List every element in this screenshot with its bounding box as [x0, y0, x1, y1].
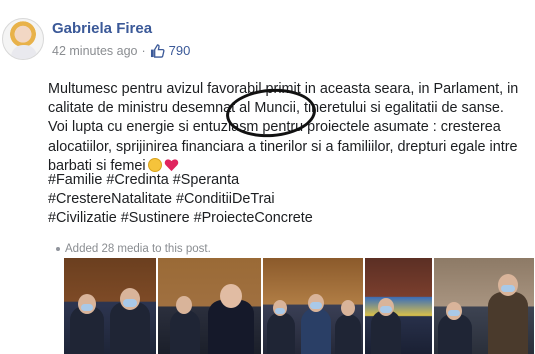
added-media-note: Added 28 media to this post. [56, 243, 211, 255]
post-body: Multumesc pentru avizul favorabil primit… [48, 80, 528, 176]
thumbs-up-icon[interactable] [150, 43, 165, 58]
post-text-line: Multumesc pentru avizul favorabil primit… [48, 81, 519, 97]
post-text-line: Voi lupta cu energie si entuziasm pentru… [48, 119, 501, 136]
hashtag-line[interactable]: #CrestereNatalitate #ConditiiDeTrai [48, 190, 313, 209]
hashtag-line[interactable]: #Civilizatie #Sustinere #ProiecteConcret… [48, 209, 313, 228]
post-photo[interactable] [434, 258, 534, 354]
post-photo[interactable] [263, 258, 363, 354]
post-photo[interactable] [64, 258, 156, 354]
post-photo[interactable] [364, 258, 433, 354]
post-timestamp[interactable]: 42 minutes ago [52, 44, 137, 58]
post-photo[interactable] [157, 258, 262, 354]
avatar[interactable] [2, 18, 44, 60]
post-text-line: alocatiilor, sprijinirea financiara a ti… [48, 138, 518, 155]
like-count[interactable]: 790 [169, 43, 191, 58]
bullet-dot [56, 247, 60, 251]
post-header: Gabriela Firea 42 minutes ago · 790 [2, 18, 532, 64]
post-meta: 42 minutes ago · 790 [52, 43, 190, 58]
post-text-line: calitate de ministru desemnat al Muncii,… [48, 100, 504, 117]
author-name[interactable]: Gabriela Firea [52, 20, 152, 37]
photo-strip [64, 258, 534, 354]
hug-emoji-icon [147, 157, 162, 172]
heart-emoji-icon [164, 159, 178, 171]
hashtag-list: #Familie #Credinta #Speranta #CrestereNa… [48, 171, 313, 229]
meta-separator: · [141, 43, 146, 58]
added-media-text[interactable]: Added 28 media to this post. [65, 243, 211, 255]
hashtag-line[interactable]: #Familie #Credinta #Speranta [48, 171, 313, 190]
